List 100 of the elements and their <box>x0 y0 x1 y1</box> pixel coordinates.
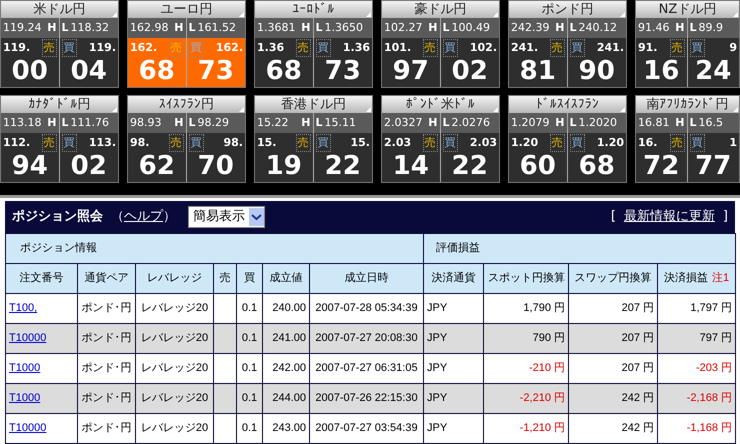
table-cell: 2007-07-27 03:54:39 <box>310 414 424 444</box>
order-link[interactable]: T1000 <box>9 392 40 404</box>
buy-label: 買 <box>62 134 76 152</box>
bid-pips: 94 <box>10 153 49 179</box>
ask-pips: 77 <box>694 153 732 179</box>
currency-pair-name: NZドル円 <box>658 3 716 16</box>
rate-tile[interactable]: ﾎﾟﾝﾄﾞ米ﾄﾞﾙ 2.0327 H L 2.0276 2.03 売 14 買 2.03 22 <box>381 95 500 183</box>
order-link[interactable]: T1000 <box>9 362 40 374</box>
column-header: 決済損益 <box>664 272 708 284</box>
note-mark: 注1 <box>712 272 730 284</box>
ask-price: 162. <box>216 40 243 56</box>
ask-price: 1.36 <box>342 40 370 56</box>
view-select[interactable]: 簡易表示 <box>188 206 265 228</box>
low-value: 16.5 <box>698 114 724 131</box>
currency-pair-name: 南ｱﾌﾘｶﾗﾝﾄﾞ円 <box>646 98 728 111</box>
low-value: 15.11 <box>324 114 356 131</box>
low-label: L <box>316 20 323 36</box>
sell-label: 売 <box>670 134 684 152</box>
low-value: 111.76 <box>70 114 110 131</box>
bid-price: 2.03 <box>384 134 412 151</box>
rate-tile[interactable]: 香港ドル円 15.22 H L 15.11 15. 売 19 買 15. 22 <box>254 95 373 183</box>
buy-label: 買 <box>188 134 204 152</box>
high-label: H <box>428 114 438 131</box>
rate-tile[interactable]: ｽｲｽﾌﾗﾝ円 98.93 H L 98.29 98. 売 62 買 98. 70 <box>127 95 246 183</box>
rate-tile[interactable]: ユーロ円 162.98 H L 161.52 162. 売 68 買 162. 73 <box>127 0 246 88</box>
currency-pair-name: ﾄﾞﾙｽｲｽﾌﾗﾝ <box>536 98 599 111</box>
corner-icon <box>620 12 625 17</box>
rate-tile[interactable]: 南ｱﾌﾘｶﾗﾝﾄﾞ円 16.81 H L 16.5 16. 売 72 買 1 77 <box>635 95 740 183</box>
rate-tile[interactable]: ﾄﾞﾙｽｲｽﾌﾗﾝ 1.2079 H L 1.2020 1.20 売 60 買 1.20 68 <box>508 95 627 183</box>
refresh-link[interactable]: 最新情報に更新 <box>624 207 715 227</box>
rate-tile[interactable]: NZドル円 91.46 H L 89.9 91. 売 16 買 9 24 <box>635 0 740 88</box>
bid-pips: 16 <box>642 58 680 84</box>
rate-tile[interactable]: ｶﾅﾀﾞﾄﾞﾙ円 113.18 H L 111.76 112. 売 94 買 113. 02 <box>0 95 119 183</box>
bid-price: 162. <box>130 40 158 56</box>
high-label: H <box>675 114 684 131</box>
low-label: L <box>690 20 697 36</box>
table-cell: 242 円 <box>568 414 658 444</box>
buy-label: 買 <box>442 38 458 58</box>
low-label: L <box>442 114 450 131</box>
buy-label: 買 <box>316 134 330 152</box>
bid-price: 101. <box>384 40 412 56</box>
bid-pips: 68 <box>264 58 303 84</box>
currency-pair-name: ｶﾅﾀﾞﾄﾞﾙ円 <box>28 98 90 111</box>
bid-price: 119. <box>3 40 30 56</box>
high-value: 98.93 <box>130 114 162 131</box>
rate-tile[interactable]: 米ドル円 119.24 H L 118.32 119. 売 00 買 119. 04 <box>0 0 119 88</box>
low-label: L <box>62 20 69 36</box>
ask-pips: 24 <box>694 58 732 84</box>
rate-tile[interactable]: 豪ドル円 102.27 H L 100.49 101. 売 97 買 102. 02 <box>381 0 500 88</box>
rate-tile[interactable]: ﾕｰﾛﾄﾞﾙ 1.3681 H L 1.3650 1.36 売 68 買 1.36 73 <box>254 0 373 88</box>
sell-label: 売 <box>168 134 184 152</box>
help-paren: （ <box>111 208 124 226</box>
bid-price: 241. <box>511 40 538 56</box>
corner-icon <box>366 107 371 112</box>
low-label: L <box>316 114 323 131</box>
low-value: 1.2020 <box>578 114 618 131</box>
ask-pips: 90 <box>578 58 616 84</box>
buy-label: 買 <box>690 134 704 152</box>
high-label: H <box>174 20 184 36</box>
bid-pips: 81 <box>518 58 557 84</box>
ask-price: 119. <box>88 40 116 56</box>
ask-pips: 04 <box>70 58 108 84</box>
buy-label: 買 <box>188 38 204 58</box>
high-value: 91.46 <box>638 20 670 36</box>
bid-price: 1.20 <box>511 134 538 151</box>
sell-label: 売 <box>168 38 184 58</box>
low-value: 98.29 <box>198 114 230 131</box>
currency-pair-name: ポンド円 <box>542 3 594 16</box>
ask-price: 102. <box>470 40 497 56</box>
high-label: H <box>174 114 184 131</box>
high-value: 102.27 <box>384 20 422 36</box>
help-link[interactable]: ヘルプ <box>124 207 163 227</box>
high-label: H <box>428 20 438 36</box>
bid-price: 98. <box>130 134 150 151</box>
ask-price: 2.03 <box>470 134 497 151</box>
table-cell: 243.00 <box>262 414 310 444</box>
order-link[interactable]: T100, <box>9 302 38 314</box>
high-label: H <box>47 20 56 36</box>
high-value: 162.98 <box>130 20 168 36</box>
low-value: 2.0276 <box>452 114 490 131</box>
low-label: L <box>570 114 577 131</box>
high-label: H <box>555 20 564 36</box>
bid-pips: 68 <box>138 58 176 84</box>
bid-pips: 19 <box>264 153 303 179</box>
currency-pair-name: ﾎﾟﾝﾄﾞ米ﾄﾞﾙ <box>406 98 475 111</box>
sell-label: 売 <box>42 134 56 152</box>
low-value: 89.9 <box>698 20 724 36</box>
rate-tile[interactable]: ポンド円 242.39 H L 240.12 241. 売 81 買 241. 90 <box>508 0 627 88</box>
ask-price: 98. <box>224 134 243 151</box>
sell-label: 売 <box>296 38 310 58</box>
table-group-header: ポジション情報 <box>6 234 424 264</box>
high-value: 1.3681 <box>257 20 296 36</box>
buy-label: 買 <box>62 38 76 58</box>
high-label: H <box>47 114 56 131</box>
corner-icon <box>493 12 498 17</box>
low-value: 161.52 <box>198 20 236 36</box>
high-value: 113.18 <box>3 114 42 131</box>
high-label: H <box>301 20 310 36</box>
ask-pips: 22 <box>324 153 362 179</box>
ask-price: 1.20 <box>596 134 624 151</box>
